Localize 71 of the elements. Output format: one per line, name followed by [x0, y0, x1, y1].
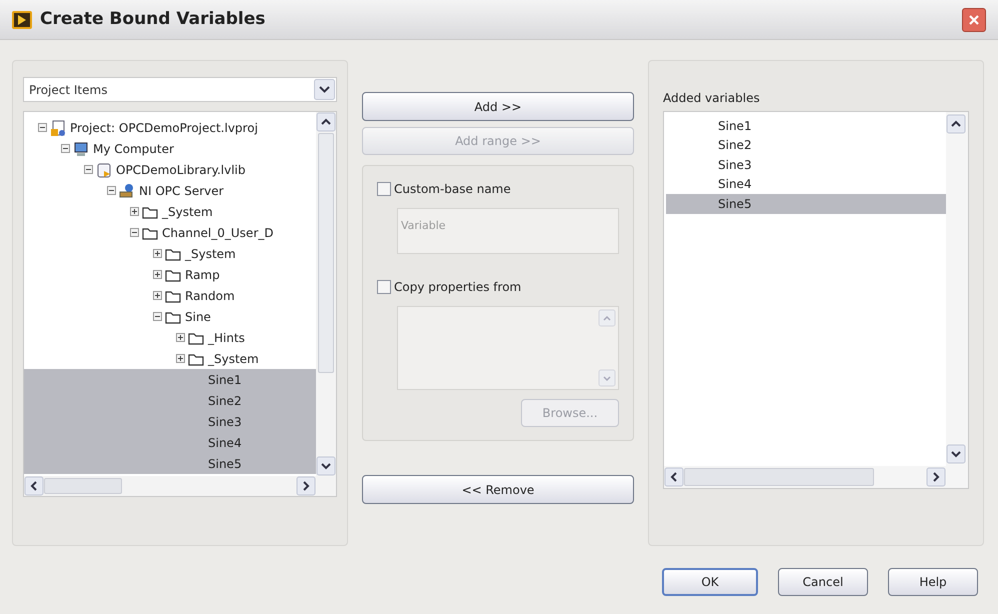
tree-item[interactable]: Sine4 [24, 432, 316, 453]
scroll-left-icon [24, 476, 44, 496]
server-icon [119, 182, 135, 198]
library-icon [96, 162, 112, 178]
collapse-icon[interactable] [38, 123, 47, 132]
chevron-down-icon [314, 79, 335, 100]
project-items-dropdown[interactable]: Project Items [23, 77, 337, 102]
horizontal-scrollbar[interactable] [24, 476, 336, 496]
app-icon [12, 10, 32, 28]
checkbox[interactable] [377, 182, 391, 196]
checkbox-label: Custom-base name [394, 181, 511, 198]
expand-icon[interactable] [153, 270, 162, 279]
tree-item[interactable]: My Computer [24, 138, 316, 159]
expand-icon[interactable] [153, 291, 162, 300]
scroll-right-icon [926, 467, 946, 487]
scroll-up-icon [946, 114, 966, 134]
scroll-left-icon [664, 467, 684, 487]
tree-item[interactable]: _Hints [24, 327, 316, 348]
collapse-icon[interactable] [153, 312, 162, 321]
add-button[interactable]: Add >> [362, 92, 634, 121]
scroll-down-icon [316, 456, 336, 476]
scroll-up-icon [598, 309, 616, 327]
tree-item[interactable]: _System [24, 201, 316, 222]
expand-icon[interactable] [153, 249, 162, 258]
dialog-button[interactable]: Cancel [778, 568, 868, 596]
tree-item[interactable]: Ramp [24, 264, 316, 285]
scroll-thumb[interactable] [318, 133, 334, 373]
computer-icon [73, 140, 89, 156]
list-item[interactable]: Sine4 [666, 174, 946, 194]
tree-item[interactable]: Project: OPCDemoProject.lvproj [24, 117, 316, 138]
vertical-scrollbar[interactable] [946, 112, 968, 466]
tree-item[interactable]: _System [24, 348, 316, 369]
scroll-thumb[interactable] [684, 468, 874, 486]
tree-item[interactable]: Sine5 [24, 453, 316, 474]
tree-item[interactable]: _System [24, 243, 316, 264]
scroll-up-icon [316, 112, 336, 132]
scroll-thumb[interactable] [44, 478, 122, 494]
remove-button[interactable]: << Remove [362, 475, 634, 504]
close-button[interactable] [962, 8, 986, 32]
tree-item[interactable]: Channel_0_User_D [24, 222, 316, 243]
list-item[interactable]: Sine5 [666, 194, 946, 214]
horizontal-scrollbar[interactable] [664, 466, 968, 488]
tree-item[interactable]: Sine3 [24, 411, 316, 432]
scroll-down-icon [598, 369, 616, 387]
dialog-button[interactable]: Help [888, 568, 978, 596]
window-title: Create Bound Variables [40, 8, 266, 31]
tree-item[interactable]: Random [24, 285, 316, 306]
collapse-icon[interactable] [61, 144, 70, 153]
list-item[interactable]: Sine1 [666, 116, 946, 136]
tree-item[interactable]: Sine2 [24, 390, 316, 411]
collapse-icon[interactable] [84, 165, 93, 174]
document-icon [50, 120, 66, 136]
checkbox[interactable] [377, 280, 391, 294]
tree-item[interactable]: Sine [24, 306, 316, 327]
expand-icon[interactable] [176, 354, 185, 363]
tree-item[interactable]: NI OPC Server [24, 180, 316, 201]
vertical-scrollbar[interactable] [316, 112, 336, 476]
dialog-button[interactable]: OK [662, 568, 758, 596]
list-item[interactable]: Sine2 [666, 136, 946, 155]
tree-item[interactable]: OPCDemoLibrary.lvlib [24, 159, 316, 180]
expand-icon[interactable] [130, 207, 139, 216]
list-label: Added variables [663, 90, 761, 107]
expand-icon[interactable] [176, 333, 185, 342]
list-item[interactable]: Sine3 [666, 155, 946, 174]
checkbox-label: Copy properties from [394, 279, 522, 296]
scroll-down-icon [946, 444, 966, 464]
tree-item[interactable]: Sine1 [24, 369, 316, 390]
scroll-right-icon [296, 476, 316, 496]
close-icon [968, 14, 980, 26]
collapse-icon[interactable] [107, 186, 116, 195]
collapse-icon[interactable] [130, 228, 139, 237]
